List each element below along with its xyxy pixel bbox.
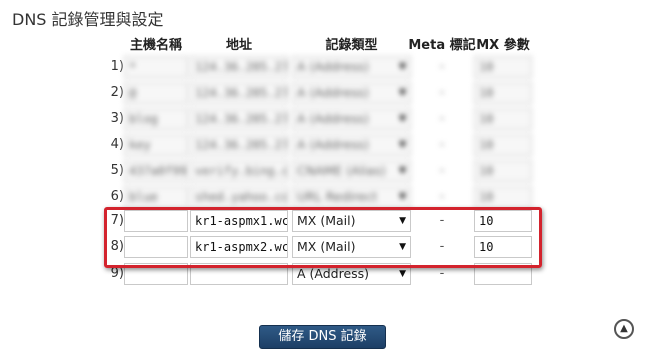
record-type-value: A (Address) (297, 111, 370, 126)
row-number: 5) (110, 163, 124, 178)
row-number: 9) (110, 266, 124, 281)
address-input[interactable]: 124.36.205.27 (190, 56, 288, 78)
meta-value: - (439, 189, 445, 204)
record-type-select[interactable]: A (Address) ▼ (292, 56, 411, 78)
host-input[interactable]: 437a0f99 (124, 160, 188, 182)
meta-value: - (439, 59, 445, 74)
header-type: 記錄類型 (325, 38, 378, 53)
address-input[interactable]: 124.36.205.27 (190, 134, 288, 156)
page-title: DNS 記錄管理與設定 (12, 10, 164, 29)
record-row: 3) blog 124.36.205.27 A (Address) ▼ - 10 (0, 108, 650, 132)
host-input[interactable] (124, 263, 188, 285)
dropdown-arrow-icon: ▼ (399, 192, 406, 202)
record-row: 8) kr1-aspmx2.wc MX (Mail) ▼ - 10 (0, 236, 650, 260)
dropdown-arrow-icon: ▼ (399, 114, 406, 124)
record-type-select[interactable]: A (Address) ▼ (292, 263, 411, 285)
save-dns-button[interactable]: 儲存 DNS 記錄 (259, 325, 386, 349)
host-input[interactable] (124, 236, 188, 258)
record-type-value: A (Address) (297, 85, 370, 100)
host-input[interactable]: blue (124, 186, 188, 208)
row-number: 4) (110, 137, 124, 152)
host-input[interactable]: key (124, 134, 188, 156)
dropdown-arrow-icon: ▼ (399, 88, 406, 98)
record-row: 2) @124.36.205.27 A (Address) ▼ - 10 (0, 82, 650, 106)
mx-input[interactable]: 10 (474, 108, 532, 130)
meta-value: - (439, 163, 445, 178)
scroll-top-icon[interactable]: ▲ (614, 319, 634, 339)
record-type-value: CNAME (Alias) (297, 163, 386, 178)
host-input[interactable]: @ (124, 82, 188, 104)
meta-value: - (439, 239, 445, 254)
record-row: 7) kr1-aspmx1.wc MX (Mail) ▼ - 10 (0, 210, 650, 234)
row-number: 3) (110, 111, 124, 126)
record-row: 5) 437a0f99 verify.bing.c CNAME (Alias) ▼ - 10 (0, 160, 650, 184)
record-type-select[interactable]: A (Address) ▼ (292, 108, 411, 130)
row-number: 7) (110, 213, 124, 228)
dropdown-arrow-icon: ▼ (399, 166, 406, 176)
host-input[interactable]: * (124, 56, 188, 78)
mx-input[interactable]: 10 (474, 56, 532, 78)
host-input[interactable]: blog (124, 108, 188, 130)
record-type-value: MX (Mail) (297, 213, 356, 228)
mx-input[interactable]: 10 (474, 82, 532, 104)
mx-input[interactable] (474, 263, 532, 285)
header-host: 主機名稱 (129, 38, 182, 53)
row-number: 8) (110, 239, 124, 254)
record-type-select[interactable]: A (Address) ▼ (292, 134, 411, 156)
mx-input[interactable]: 10 (474, 186, 532, 208)
address-input[interactable]: kr1-aspmx2.wc (190, 236, 288, 258)
row-number: 6) (110, 189, 124, 204)
record-row: 6) blue shed.yahoo.co URL Redirect ▼ - 10 (0, 186, 650, 210)
host-input[interactable] (124, 210, 188, 232)
record-type-value: A (Address) (297, 266, 370, 281)
record-type-value: A (Address) (297, 137, 370, 152)
dropdown-arrow-icon: ▼ (399, 140, 406, 150)
address-input[interactable]: 124.36.205.27 (190, 82, 288, 104)
row-number: 2) (110, 85, 124, 100)
address-input[interactable] (190, 263, 288, 285)
record-row: 1) * 124.36.205.27 A (Address) ▼ - 10 (0, 56, 650, 80)
header-meta: Meta 標記 (408, 38, 476, 53)
header-mx: MX 參數 (476, 38, 530, 53)
record-type-select[interactable]: URL Redirect ▼ (292, 186, 411, 208)
mx-input[interactable]: 10 (474, 134, 532, 156)
dropdown-arrow-icon: ▼ (399, 269, 406, 279)
mx-input[interactable]: 10 (474, 236, 532, 258)
meta-value: - (439, 111, 445, 126)
address-input[interactable]: shed.yahoo.co (190, 186, 288, 208)
record-type-value: A (Address) (297, 59, 370, 74)
dropdown-arrow-icon: ▼ (399, 216, 406, 226)
address-input[interactable]: kr1-aspmx1.wc (190, 210, 288, 232)
address-input[interactable]: verify.bing.c (190, 160, 288, 182)
record-type-select[interactable]: MX (Mail) ▼ (292, 210, 411, 232)
record-type-value: MX (Mail) (297, 239, 356, 254)
record-row: 9) A (Address) ▼ - (0, 263, 650, 287)
address-input[interactable]: 124.36.205.27 (190, 108, 288, 130)
record-type-value: URL Redirect (297, 189, 378, 204)
record-type-select[interactable]: MX (Mail) ▼ (292, 236, 411, 258)
meta-value: - (439, 85, 445, 100)
mx-input[interactable]: 10 (474, 160, 532, 182)
record-type-select[interactable]: A (Address) ▼ (292, 82, 411, 104)
dropdown-arrow-icon: ▼ (399, 62, 406, 72)
meta-value: - (439, 137, 445, 152)
record-type-select[interactable]: CNAME (Alias) ▼ (292, 160, 411, 182)
mx-input[interactable]: 10 (474, 210, 532, 232)
meta-value: - (439, 266, 445, 281)
dropdown-arrow-icon: ▼ (399, 242, 406, 252)
header-address: 地址 (225, 38, 252, 53)
row-number: 1) (110, 59, 124, 74)
meta-value: - (439, 213, 445, 228)
record-row: 4) key 124.36.205.27 A (Address) ▼ - 10 (0, 134, 650, 158)
